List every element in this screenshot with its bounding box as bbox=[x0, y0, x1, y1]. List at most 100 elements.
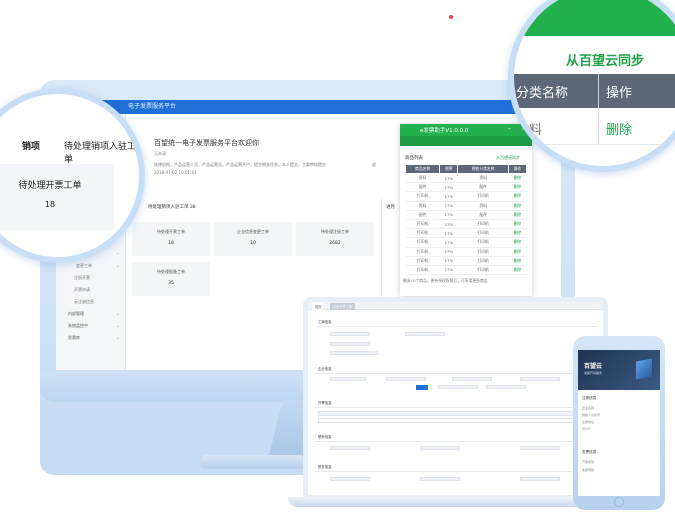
laptop-section-order: 工单信息 bbox=[318, 320, 332, 324]
stat-card-kaipiao[interactable]: 待处理开票工单 18 bbox=[132, 222, 210, 256]
chevron-down-icon[interactable]: ⌄ bbox=[116, 335, 119, 340]
mag-col-category: 分类名称 bbox=[516, 86, 569, 101]
field[interactable] bbox=[330, 477, 370, 481]
mag-delete-link[interactable]: 删除 bbox=[606, 119, 632, 138]
field[interactable] bbox=[330, 332, 370, 336]
field[interactable] bbox=[520, 377, 560, 381]
chevron-down-icon[interactable]: ⌄ bbox=[116, 311, 119, 316]
phone-label: 开票类型 bbox=[582, 460, 595, 464]
phone-label: 企业名称 bbox=[582, 406, 595, 410]
product-table: 商品名称 税率 税收分类名称 操作 资料 17% 资料 删除 配件 17% 配件 删除 打印机 1… bbox=[404, 164, 528, 276]
delete-link[interactable]: 删除 bbox=[508, 201, 527, 211]
delete-link[interactable]: 删除 bbox=[508, 191, 527, 202]
delete-link[interactable]: 删除 bbox=[508, 228, 527, 239]
chevron-down-icon[interactable]: ⌄ bbox=[116, 250, 119, 255]
field[interactable] bbox=[420, 446, 460, 450]
sidebar-item-jiankong[interactable]: 系统监控中 bbox=[68, 323, 88, 329]
delete-link[interactable]: 删除 bbox=[508, 265, 527, 276]
cell-category: 打印机 bbox=[457, 219, 509, 230]
table-row: 资料 17% 资料 删除 bbox=[405, 173, 527, 184]
cell-rate: 17% bbox=[439, 219, 458, 230]
cell-rate: 17% bbox=[439, 256, 458, 266]
chevron-down-icon[interactable]: ⌄ bbox=[116, 323, 119, 328]
sidebar-item-kaipiao[interactable]: 开票申请 bbox=[74, 287, 90, 293]
stat-value: 10 bbox=[250, 241, 256, 246]
cell-category: 打印机 bbox=[457, 265, 509, 276]
minimize-icon[interactable]: – bbox=[508, 125, 511, 132]
action-button[interactable] bbox=[416, 385, 428, 390]
delete-link[interactable]: 删除 bbox=[508, 247, 527, 257]
delete-link[interactable]: 删除 bbox=[508, 173, 527, 184]
status-ok-text: 开票软件已启动 bbox=[409, 14, 436, 19]
sidebar-item-biangeng[interactable]: 变更工单 bbox=[76, 263, 92, 269]
product-table-body: 资料 17% 资料 删除 配件 17% 配件 删除 打印机 17% 打印机 删除 资料 17% 资料 删除 配件… bbox=[405, 173, 527, 276]
sync-link[interactable]: 从百望云同步 bbox=[496, 155, 520, 161]
table-row: 打印机 17% 打印机 删除 bbox=[405, 219, 527, 230]
plugin-status-bar bbox=[400, 136, 532, 146]
col-name: 商品名称 bbox=[404, 164, 441, 174]
stat-card-biangeng[interactable]: 企业信息变更工单 10 bbox=[214, 222, 292, 256]
stat-value: 2682 bbox=[329, 241, 341, 246]
field[interactable] bbox=[438, 385, 478, 389]
mag-sync-link[interactable]: 从百望云同步 bbox=[566, 50, 644, 69]
field[interactable] bbox=[452, 377, 492, 381]
cell-category: 配件 bbox=[457, 182, 509, 193]
mag-stat-card[interactable]: 待处理开票工单 18 bbox=[0, 164, 114, 230]
cell-rate: 17% bbox=[439, 265, 458, 276]
mag-green-header bbox=[514, 0, 675, 36]
cell-category: 资料 bbox=[457, 201, 509, 211]
table-row: 打印机 17% 打印机 删除 bbox=[405, 228, 527, 239]
col-action: 操作 bbox=[507, 164, 528, 174]
sidebar-item-neibu[interactable]: 内部管理 bbox=[68, 311, 84, 317]
invoice-table-header bbox=[318, 411, 596, 416]
phone-label: 发票限额 bbox=[582, 468, 595, 472]
field[interactable] bbox=[520, 446, 560, 450]
col-category: 税收分类名称 bbox=[457, 164, 509, 174]
field[interactable] bbox=[386, 377, 426, 381]
cell-name: 打印机 bbox=[405, 247, 440, 257]
field[interactable] bbox=[330, 446, 370, 450]
delete-link[interactable]: 删除 bbox=[508, 182, 527, 193]
cell-name: 打印机 bbox=[405, 265, 440, 276]
status-ok-icon bbox=[403, 15, 407, 19]
field[interactable] bbox=[330, 342, 370, 346]
cell-rate: 17% bbox=[439, 210, 458, 220]
table-row: 配件 17% 配件 删除 bbox=[405, 210, 527, 220]
home-button-icon[interactable] bbox=[614, 497, 624, 507]
divider bbox=[315, 373, 597, 374]
divider bbox=[598, 74, 599, 144]
field[interactable] bbox=[420, 477, 460, 481]
divider bbox=[315, 326, 597, 327]
cell-name: 配件 bbox=[405, 182, 440, 193]
phone-brand: 百望云 bbox=[584, 363, 603, 370]
stat-value: 18 bbox=[168, 241, 174, 246]
cell-rate: 17% bbox=[439, 173, 458, 184]
cell-name: 资料 bbox=[405, 173, 440, 184]
delete-link[interactable]: 删除 bbox=[508, 219, 527, 230]
delete-link[interactable]: 删除 bbox=[508, 210, 527, 220]
welcome-roles: 选择机构，产品运营人员，产品运营员，产品运营开户，提交税务任务，本人提交，主要审… bbox=[154, 162, 326, 167]
phone-section-invoice: 发票信息 bbox=[582, 450, 597, 454]
divider bbox=[381, 198, 382, 298]
stat-card-baobei[interactable]: 待处理报备工单 35 bbox=[132, 262, 210, 296]
chevron-down-icon[interactable]: ⌄ bbox=[116, 263, 119, 268]
tab-home[interactable]: 首页 bbox=[312, 303, 325, 310]
logout-link[interactable]: 退 bbox=[372, 162, 376, 168]
mag-card-value: 18 bbox=[44, 200, 56, 209]
sidebar-item-fapiaoku[interactable]: 发票库 bbox=[68, 335, 80, 341]
delete-link[interactable]: 删除 bbox=[508, 256, 527, 266]
stat-card-zhuce[interactable]: 待处理注册工单 2682 bbox=[296, 222, 374, 256]
field[interactable] bbox=[405, 332, 445, 336]
field[interactable] bbox=[486, 385, 526, 389]
cloud-cube-icon bbox=[636, 358, 652, 380]
field[interactable] bbox=[330, 351, 378, 355]
table-row: 打印机 17% 打印机 删除 bbox=[405, 237, 527, 248]
right-panel-label: 进月 bbox=[386, 205, 395, 210]
delete-link[interactable]: 删除 bbox=[508, 237, 527, 248]
tab-register-order[interactable]: 注册开票工单 bbox=[330, 303, 356, 310]
field[interactable] bbox=[330, 377, 366, 381]
sidebar-item-yunzhuce[interactable]: 云注册信息 bbox=[74, 299, 94, 305]
sidebar-item-zhuce[interactable]: 注册开票 bbox=[74, 275, 90, 281]
field[interactable] bbox=[520, 477, 560, 481]
mag-title: 销项 bbox=[22, 142, 41, 152]
